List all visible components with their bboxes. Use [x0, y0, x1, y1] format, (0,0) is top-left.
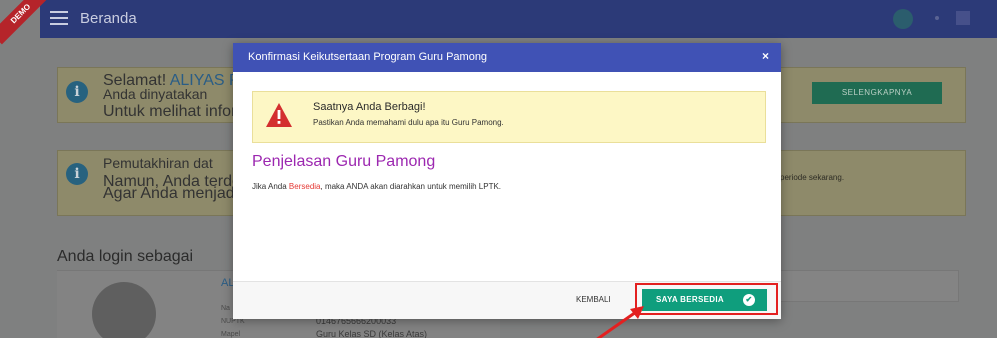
info-icon: i [66, 163, 88, 185]
more-button[interactable]: SELENGKAPNYA [812, 82, 942, 104]
modal-title: Konfirmasi Keikutsertaan Program Guru Pa… [248, 51, 488, 63]
modal-body-text: Jika Anda Bersedia, maka ANDA akan diara… [252, 182, 501, 191]
login-title: Anda login sebagai [57, 248, 194, 265]
close-icon[interactable]: × [762, 49, 769, 63]
top-app-bar [40, 0, 997, 38]
profile-label: Mapel [221, 331, 241, 338]
alert-title: Saatnya Anda Berbagi! [313, 101, 426, 113]
more-dot-icon[interactable] [935, 16, 939, 20]
update-line1: Pemutakhiran dat [103, 155, 213, 171]
profile-value: Guru Kelas SD (Kelas Atas) [316, 329, 428, 338]
notification-icon[interactable] [956, 11, 970, 25]
warning-alert: Saatnya Anda Berbagi! Pastikan Anda mema… [252, 91, 766, 143]
pointer-arrow-icon [596, 306, 644, 338]
welcome-line2: Anda dinyatakan [103, 86, 208, 102]
profile-avatar [92, 282, 156, 338]
body-suffix: , maka ANDA akan diarahkan untuk memilih… [320, 182, 502, 191]
info-icon: i [66, 81, 88, 103]
warning-icon [266, 103, 292, 127]
section-title: Penjelasan Guru Pamong [252, 153, 436, 170]
user-avatar-icon[interactable] [893, 9, 913, 29]
update-right-text: periode sekarang. [780, 173, 845, 182]
profile-label: Na [221, 305, 230, 312]
menu-icon[interactable] [50, 11, 68, 25]
highlight-box [635, 283, 778, 315]
body-highlight: Bersedia [288, 182, 321, 191]
modal-header: Konfirmasi Keikutsertaan Program Guru Pa… [233, 43, 781, 72]
body-prefix: Jika Anda [252, 182, 289, 191]
profile-label: NUPTK [221, 318, 245, 325]
page-title: Beranda [80, 10, 137, 27]
alert-subtitle: Pastikan Anda memahami dulu apa itu Guru… [313, 118, 504, 127]
side-card [752, 270, 959, 302]
confirmation-modal: Konfirmasi Keikutsertaan Program Guru Pa… [233, 43, 781, 319]
